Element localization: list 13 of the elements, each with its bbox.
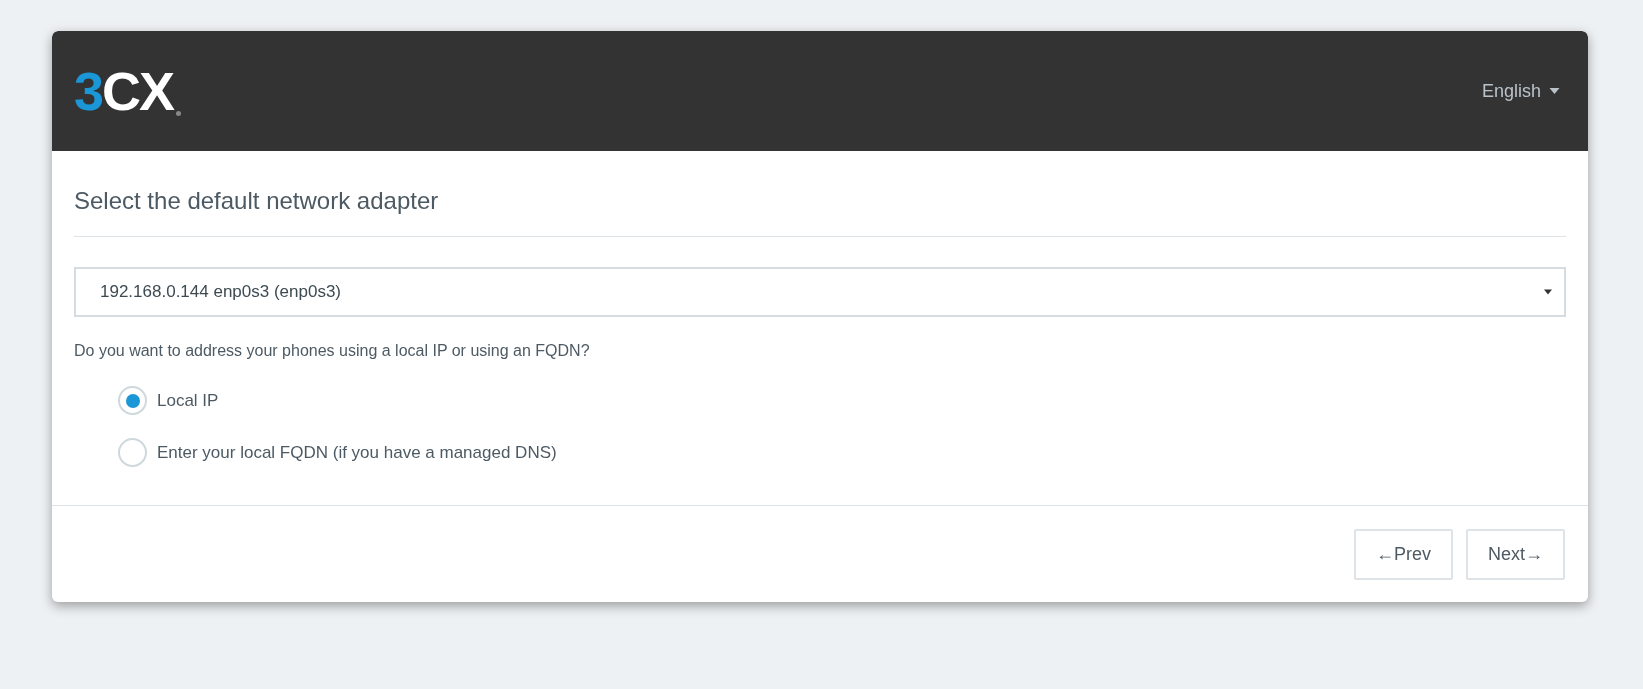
caret-icon — [1549, 88, 1560, 94]
radio-label[interactable]: Enter your local FQDN (if you have a managed DNS) — [157, 440, 557, 466]
radio-label[interactable]: Local IP — [157, 388, 219, 414]
radio-button[interactable] — [118, 386, 147, 416]
radio-button[interactable] — [118, 438, 147, 468]
nav-button[interactable]: ←Prev — [1353, 528, 1453, 580]
question-text: Do you want to address your phones using a local IP or using an FQDN? — [74, 340, 591, 361]
caret-icon — [1544, 288, 1552, 295]
language-dropdown[interactable]: English — [1475, 76, 1566, 106]
logo: 3CX — [74, 64, 182, 118]
adapter-select[interactable]: 192.168.0.144 enp0s3 (enp0s3) — [74, 266, 1566, 317]
nav-button[interactable]: Next→ — [1466, 528, 1565, 580]
page-title: Select the default network adapter — [74, 187, 440, 216]
